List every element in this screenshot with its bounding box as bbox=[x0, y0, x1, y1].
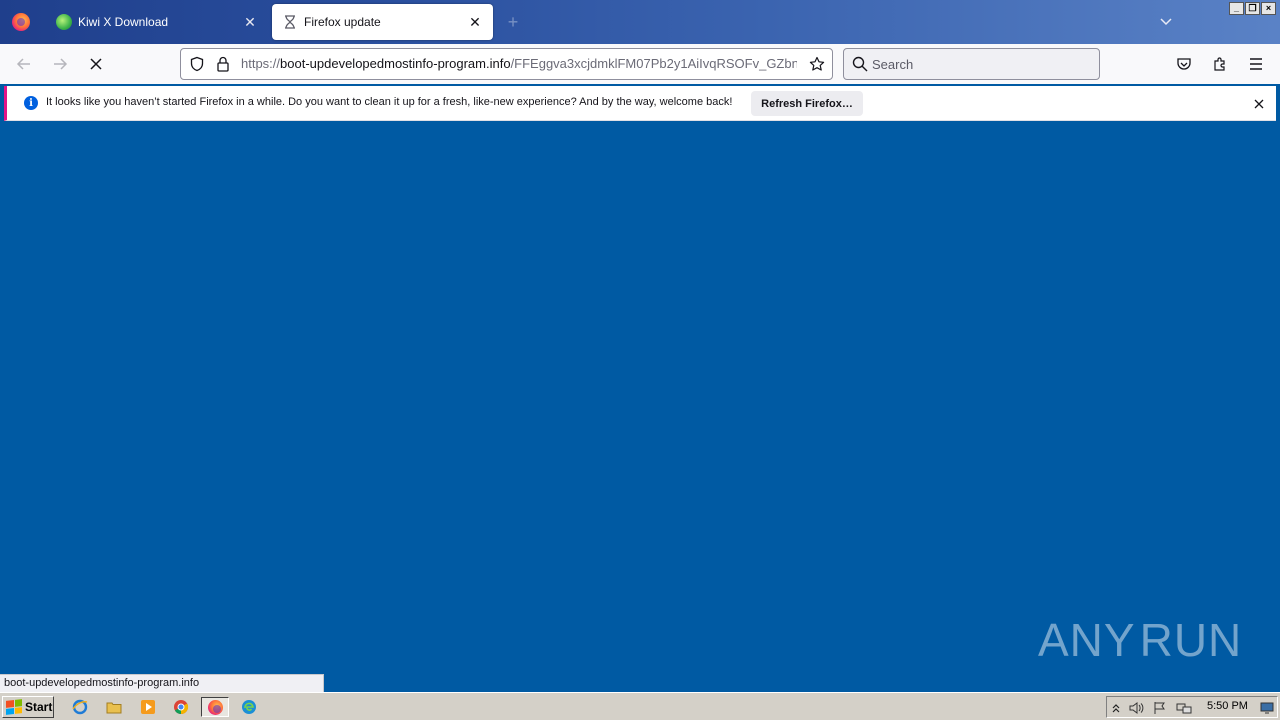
url-path: /FFEggva3xcjdmklFM07Pb2y1AiIvqRSOFv_GZbn… bbox=[510, 56, 797, 71]
extensions-puzzle-icon[interactable] bbox=[1208, 52, 1232, 76]
anyrun-watermark-logo: ANY RUN bbox=[1038, 608, 1241, 672]
start-button[interactable]: Start bbox=[2, 696, 54, 718]
stop-loading-x-icon[interactable] bbox=[84, 52, 108, 76]
firefox-view-button[interactable] bbox=[0, 0, 42, 44]
windows-flag-icon bbox=[6, 699, 22, 715]
hourglass-loading-icon bbox=[282, 14, 298, 30]
internet-explorer-icon[interactable] bbox=[69, 697, 91, 717]
back-arrow-icon[interactable] bbox=[12, 52, 36, 76]
forward-arrow-icon[interactable] bbox=[48, 52, 72, 76]
show-hidden-icons-chevron-up-icon[interactable] bbox=[1108, 700, 1124, 716]
padlock-icon[interactable] bbox=[216, 56, 230, 75]
tab-strip: Kiwi X Download ✕ Firefox update ✕ + _ ❐… bbox=[0, 0, 1280, 44]
file-explorer-folder-icon[interactable] bbox=[103, 697, 125, 717]
notification-close-icon[interactable] bbox=[1251, 96, 1267, 112]
refresh-firefox-notification: i It looks like you haven’t started Fire… bbox=[4, 86, 1276, 121]
firefox-logo-icon bbox=[12, 13, 30, 31]
hamburger-menu-icon[interactable] bbox=[1244, 52, 1268, 76]
search-input[interactable] bbox=[872, 49, 1092, 79]
page-content bbox=[0, 122, 1280, 692]
new-tab-plus-icon[interactable]: + bbox=[503, 12, 523, 32]
volume-speaker-icon[interactable] bbox=[1128, 700, 1144, 716]
network-icon[interactable] bbox=[1176, 700, 1192, 716]
url-text[interactable]: https://boot-updevelopedmostinfo-program… bbox=[241, 49, 797, 79]
chrome-icon[interactable] bbox=[170, 697, 192, 717]
tab-firefox-update[interactable]: Firefox update ✕ bbox=[272, 4, 493, 40]
search-icon bbox=[852, 56, 868, 75]
notification-message: It looks like you haven’t started Firefo… bbox=[46, 96, 733, 108]
navigation-toolbar: https://boot-updevelopedmostinfo-program… bbox=[0, 44, 1280, 84]
show-desktop-icon[interactable] bbox=[1259, 700, 1275, 716]
tab-label: Firefox update bbox=[304, 15, 381, 29]
firefox-taskbar-icon[interactable] bbox=[201, 697, 229, 717]
address-bar[interactable]: https://boot-updevelopedmostinfo-program… bbox=[180, 48, 833, 80]
search-bar[interactable] bbox=[843, 48, 1100, 80]
close-window-button[interactable]: × bbox=[1261, 2, 1276, 15]
refresh-firefox-button[interactable]: Refresh Firefox… bbox=[751, 91, 863, 116]
taskbar-clock[interactable]: 5:50 PM bbox=[1207, 700, 1248, 712]
url-scheme: https:// bbox=[241, 56, 281, 71]
system-tray: 5:50 PM bbox=[1106, 696, 1278, 718]
list-all-tabs-chevron-down-icon[interactable] bbox=[1156, 12, 1176, 32]
url-host: boot-updevelopedmostinfo-program.info bbox=[280, 56, 511, 71]
tab-label: Kiwi X Download bbox=[78, 15, 169, 29]
tab-kiwi-x-download[interactable]: Kiwi X Download ✕ bbox=[46, 4, 268, 40]
tab-close-icon[interactable]: ✕ bbox=[242, 14, 258, 30]
restore-button[interactable]: ❐ bbox=[1245, 2, 1260, 15]
watermark-text-left: ANY bbox=[1038, 614, 1136, 666]
media-player-icon[interactable] bbox=[137, 697, 159, 717]
minimize-button[interactable]: _ bbox=[1229, 2, 1244, 15]
firefox-logo-icon bbox=[207, 699, 223, 715]
kiwi-favicon-icon bbox=[56, 14, 72, 30]
tab-close-icon[interactable]: ✕ bbox=[467, 14, 483, 30]
bookmark-star-icon[interactable] bbox=[809, 56, 825, 75]
edge-icon[interactable] bbox=[238, 697, 260, 717]
start-label: Start bbox=[25, 700, 53, 714]
windows-taskbar: Start 5:50 PM bbox=[0, 692, 1280, 720]
info-icon: i bbox=[24, 96, 38, 110]
action-center-flag-icon[interactable] bbox=[1152, 700, 1168, 716]
tracking-protection-shield-icon[interactable] bbox=[189, 56, 205, 75]
watermark-text-right: RUN bbox=[1139, 614, 1243, 666]
pocket-icon[interactable] bbox=[1172, 52, 1196, 76]
link-status-panel: boot-updevelopedmostinfo-program.info bbox=[0, 674, 324, 692]
